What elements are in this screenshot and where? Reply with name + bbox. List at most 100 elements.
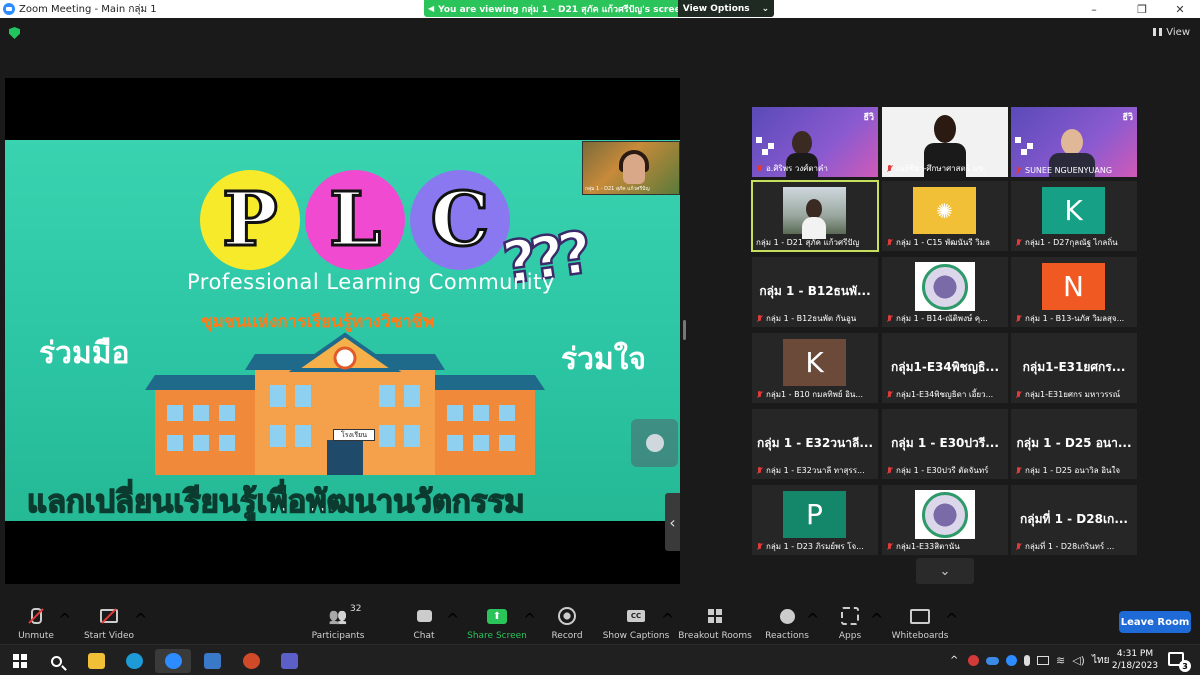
chat-options-caret[interactable]: ^ bbox=[446, 610, 459, 629]
participant-tile[interactable]: P กลุ่ม 1 - D23 ภิรมย์พร โจ... bbox=[752, 485, 878, 555]
captions-options-caret[interactable]: ^ bbox=[661, 610, 674, 629]
minimize-button[interactable]: – bbox=[1074, 0, 1114, 18]
apps-button[interactable]: Apps bbox=[838, 598, 862, 644]
zoom-icon bbox=[164, 653, 182, 669]
participant-tile[interactable]: กลุ่ม 1 - D21 สุภัค แก้วศรีปัญ bbox=[751, 180, 879, 252]
audio-options-caret[interactable]: ^ bbox=[58, 610, 71, 629]
microphone-tray-icon[interactable] bbox=[1024, 655, 1030, 666]
view-options-button[interactable]: View Options ⌄ bbox=[678, 0, 774, 17]
taskbar-file-explorer[interactable] bbox=[78, 649, 114, 673]
slide-content: P L C ??? Professional Learning Communit… bbox=[5, 140, 680, 521]
participant-tile[interactable]: กลุ่มที่ 1 - D28เก... กลุ่มที่ 1 - D28เกร… bbox=[1011, 485, 1137, 555]
decorative-pattern bbox=[756, 137, 774, 155]
share-screen-button[interactable]: Share Screen bbox=[467, 598, 527, 644]
taskbar-edge[interactable] bbox=[116, 649, 152, 673]
participant-tile[interactable]: กลุ่ม 1 - B14-ณัติพงษ์ คุ... bbox=[882, 257, 1008, 327]
participant-name: กลุ่ม 1 - E30ปวรี ตัดจันทร์ bbox=[896, 466, 989, 475]
grid-view-icon bbox=[1153, 28, 1163, 36]
show-captions-button[interactable]: Show Captions bbox=[603, 598, 670, 644]
participant-name-label: กลุ่ม1-E33สิตานัน bbox=[886, 540, 1006, 553]
taskbar-photos[interactable] bbox=[194, 649, 230, 673]
participant-display-name: กลุ่ม 1 - E32วนาลี... bbox=[757, 436, 873, 450]
taskbar-zoom[interactable] bbox=[155, 649, 191, 673]
maximize-button[interactable]: ❐ bbox=[1122, 0, 1162, 18]
taskbar-clock[interactable]: 4:31 PM 2/18/2023 bbox=[1107, 648, 1163, 672]
share-options-caret[interactable]: ^ bbox=[523, 610, 536, 629]
record-button[interactable]: Record bbox=[550, 598, 584, 644]
participant-tile[interactable]: ธีวิ อ.ศิริพร วงศ์ตาคำ bbox=[752, 107, 878, 177]
microphone-muted-icon bbox=[25, 605, 47, 627]
microphone-muted-icon bbox=[1015, 238, 1022, 247]
leave-room-button[interactable]: Leave Room bbox=[1119, 611, 1191, 633]
school-sign: โรงเรียน bbox=[333, 429, 375, 441]
participant-tile[interactable]: กลุ่ม 1 - B12ธนพั... กลุ่ม 1 - B12ธนพัต ก… bbox=[752, 257, 878, 327]
view-button[interactable]: View bbox=[1153, 24, 1190, 40]
collapse-panel-button[interactable]: ‹ bbox=[665, 493, 680, 551]
whiteboards-button[interactable]: Whiteboards bbox=[892, 598, 949, 644]
presenter-thumbnail-caption: กลุ่ม 1 - D21 สุภัค แก้วศรีปัญ bbox=[585, 186, 650, 192]
participant-display-name: กลุ่มที่ 1 - D28เก... bbox=[1019, 512, 1128, 526]
onedrive-icon[interactable] bbox=[986, 656, 999, 665]
participant-tile[interactable]: K กลุ่ม1 - D27กุลณัฐ ไกลถิ่น bbox=[1011, 181, 1137, 251]
start-video-button[interactable]: Start Video bbox=[84, 598, 134, 644]
microphone-muted-icon bbox=[886, 466, 893, 475]
microphone-muted-icon bbox=[886, 238, 893, 247]
participant-tile[interactable]: ✺ กลุ่ม 1 - C15 พัฒนันรี วิมล bbox=[882, 181, 1008, 251]
participant-name-label: กลุ่ม1 - B10 กมลทิพย์ อิน... bbox=[756, 388, 876, 401]
chat-button[interactable]: Chat bbox=[410, 598, 438, 644]
participant-name: กลุ่ม1 - B10 กมลทิพย์ อิน... bbox=[766, 390, 863, 399]
apps-options-caret[interactable]: ^ bbox=[870, 610, 883, 629]
reactions-button[interactable]: Reactions bbox=[765, 598, 809, 644]
search-button[interactable] bbox=[38, 649, 74, 673]
participant-tile[interactable]: เนย์ชิยา-ศึกษาศาสตร์ มช. bbox=[882, 107, 1008, 177]
close-button[interactable]: ✕ bbox=[1160, 0, 1200, 18]
participant-tile[interactable]: K กลุ่ม1 - B10 กมลทิพย์ อิน... bbox=[752, 333, 878, 403]
participant-tile[interactable]: กลุ่ม 1 - E30ปวรี... กลุ่ม 1 - E30ปวรี ตั… bbox=[882, 409, 1008, 479]
zoom-logo-icon bbox=[3, 3, 15, 15]
participant-tile[interactable]: N กลุ่ม 1 - B13-นภัส วิมลสุจ... bbox=[1011, 257, 1137, 327]
whiteboards-options-caret[interactable]: ^ bbox=[945, 610, 958, 629]
unmute-button[interactable]: Unmute bbox=[16, 598, 56, 644]
floating-control-button[interactable] bbox=[631, 419, 678, 467]
taskbar-teams[interactable] bbox=[271, 649, 307, 673]
record-label: Record bbox=[551, 631, 583, 641]
participant-tile[interactable]: กลุ่ม1-E34พิชญธิ... กลุ่ม1-E34พิชญธิดา เอ… bbox=[882, 333, 1008, 403]
participant-name-label: กลุ่ม1-E34พิชญธิดา เอี้ยว... bbox=[886, 388, 1006, 401]
volume-icon[interactable]: ◁) bbox=[1072, 654, 1085, 667]
reactions-options-caret[interactable]: ^ bbox=[806, 610, 819, 629]
presenter-thumbnail[interactable]: กลุ่ม 1 - D21 สุภัค แก้วศรีปัญ bbox=[582, 141, 680, 195]
participant-tile[interactable]: ธีวิ SUNEE NGUENYUANG bbox=[1011, 107, 1137, 177]
participant-name-label: กลุ่ม 1 - B13-นภัส วิมลสุจ... bbox=[1015, 312, 1135, 325]
security-shield-icon[interactable] bbox=[9, 27, 20, 39]
university-seal-image bbox=[915, 262, 975, 311]
tray-overflow-button[interactable]: ^ bbox=[950, 645, 958, 675]
slide-bottom-text: แลกเปลี่ยนเรียนรู้เพื่อพัฒนานวัตกรรม bbox=[26, 483, 525, 521]
participant-tile[interactable]: กลุ่ม 1 - E32วนาลี... กลุ่ม 1 - E32วนาลี … bbox=[752, 409, 878, 479]
participant-tile[interactable]: กลุ่ม 1 - D25 อนา... กลุ่ม 1 - D25 อนาวิล… bbox=[1011, 409, 1137, 479]
taskbar-powerpoint[interactable] bbox=[233, 649, 269, 673]
start-video-label: Start Video bbox=[83, 631, 135, 641]
panel-resize-handle[interactable] bbox=[683, 320, 686, 340]
breakout-rooms-button[interactable]: Breakout Rooms bbox=[678, 598, 752, 644]
participant-tile[interactable]: กลุ่ม1-E31ยศกร... กลุ่ม1-E31ยศกร มหาวรรณ์ bbox=[1011, 333, 1137, 403]
participant-name-label: กลุ่ม1-E31ยศกร มหาวรรณ์ bbox=[1015, 388, 1135, 401]
meeting-toolbar: Unmute ^ Start Video ^ 32 Participants C… bbox=[0, 598, 1200, 644]
participant-display-name: กลุ่ม 1 - E30ปวรี... bbox=[891, 436, 999, 450]
participant-avatar: P bbox=[783, 491, 846, 538]
apps-label: Apps bbox=[838, 631, 862, 641]
start-button[interactable] bbox=[2, 649, 38, 673]
participant-tile[interactable]: กลุ่ม1-E33สิตานัน bbox=[882, 485, 1008, 555]
zoom-tray-icon[interactable] bbox=[1006, 655, 1017, 666]
antivirus-icon[interactable] bbox=[968, 655, 979, 666]
participants-button[interactable]: 32 Participants bbox=[310, 598, 366, 644]
gallery-scroll-down-button[interactable]: ⌄ bbox=[916, 558, 974, 584]
participant-name-label: อ.ศิริพร วงศ์ตาคำ bbox=[756, 162, 876, 175]
breakout-rooms-icon bbox=[704, 605, 726, 627]
battery-icon[interactable] bbox=[1037, 656, 1049, 665]
participant-name-label: กลุ่ม 1 - B12ธนพัต กันอูน bbox=[756, 312, 876, 325]
video-off-icon bbox=[98, 605, 120, 627]
video-options-caret[interactable]: ^ bbox=[134, 610, 147, 629]
wifi-icon[interactable]: ≋ bbox=[1056, 654, 1065, 667]
folder-icon bbox=[87, 653, 105, 669]
participant-name-label: กลุ่ม 1 - E30ปวรี ตัดจันทร์ bbox=[886, 464, 1006, 477]
